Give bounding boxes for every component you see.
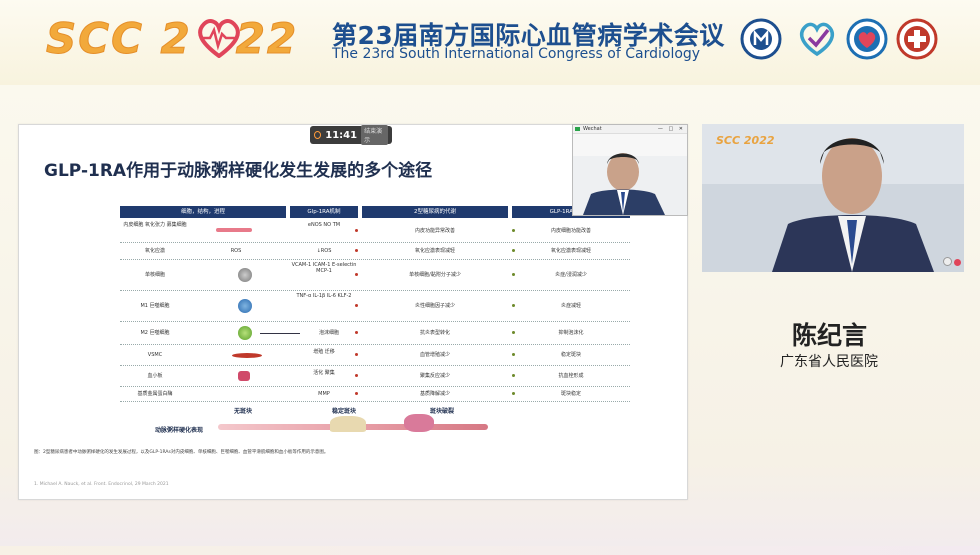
presentation-timer[interactable]: 11:41 结束演示	[310, 125, 392, 145]
conference-subtitle: The 23rd South International Congress of…	[332, 46, 701, 62]
row-cell-label: 血小板	[147, 373, 163, 379]
slide-reference: 1. Michael A. Nauck, et al. Front. Endoc…	[34, 482, 169, 487]
row-metabolism: 内皮功能异常改善	[414, 228, 455, 234]
marker-red-icon	[355, 392, 358, 395]
row-metabolism: 氧化应激表现减轻	[414, 248, 455, 254]
table-row: 内皮细胞 氧化张力 募集细胞 eNOS NO TM 内皮功能异常改善 内皮细胞功…	[120, 220, 630, 243]
row-mechanism: TNF-α IL-1β IL-6 KLF-2	[296, 293, 352, 299]
row-metabolism: 单核细胞/黏附分子减少	[409, 272, 461, 278]
row-effect: 抗血栓形成	[558, 373, 584, 379]
row-metabolism: 基质降解减少	[419, 391, 450, 397]
end-presentation-button[interactable]: 结束演示	[361, 125, 388, 145]
stable-plaque-icon	[330, 416, 366, 432]
row-mechanism: eNOS NO TM	[307, 222, 341, 228]
table-row: M2 巨噬细胞 泡沫细胞 抗炎表型转化 抑制泡沫化	[120, 322, 630, 345]
presenter-video-window[interactable]: Wechat — □ ✕	[572, 124, 688, 216]
app-icon	[575, 127, 580, 131]
marker-red-icon	[355, 304, 358, 307]
row-cell-label: 氧化应激	[144, 248, 165, 254]
row-cell-label: 内皮细胞 氧化张力 募集细胞	[123, 222, 187, 228]
ros-label: ROS	[230, 248, 242, 254]
arrow-icon	[260, 333, 300, 334]
table-row: 基质金属蛋白酶 MMP 基质降解减少 斑块稳定	[120, 387, 630, 402]
row-metabolism: 聚集反应减少	[419, 373, 450, 379]
video-window-title: Wechat	[583, 126, 602, 132]
platelet-icon	[238, 371, 250, 381]
m1-macrophage-icon	[238, 299, 252, 313]
table-header-metabolism: 2型糖尿病的代谢	[362, 206, 508, 218]
row-cell-label: M1 巨噬细胞	[140, 303, 170, 309]
row-mechanism: 泡沫细胞	[318, 330, 339, 336]
row-effect: 稳定斑块	[560, 352, 581, 358]
row-mechanism: 活化 聚集	[313, 370, 335, 376]
row-mechanism: VCAM-1 ICAM-1 E-selectin MCP-1	[291, 262, 357, 274]
record-icon[interactable]	[954, 259, 961, 266]
scc-logo: SCC 2 22	[46, 14, 299, 64]
row-metabolism: 炎性细胞因子减少	[414, 303, 455, 309]
stage-label: 无斑块	[234, 408, 253, 415]
heart-check-icon	[800, 22, 834, 57]
endothelium-icon	[216, 228, 252, 232]
marker-red-icon	[355, 273, 358, 276]
logo-text-left: SCC 2	[46, 14, 192, 64]
camera-icon[interactable]	[943, 257, 952, 266]
heart-shield-icon	[846, 18, 888, 60]
row-effect: 炎症/浸润减少	[555, 272, 587, 278]
row-effect: 抑制泡沫化	[558, 330, 584, 336]
cross-seal-icon	[896, 18, 938, 60]
monocyte-icon	[238, 268, 252, 282]
row-effect: 斑块稳定	[560, 391, 581, 397]
slide-title: GLP-1RA作用于动脉粥样硬化发生发展的多个途径	[44, 161, 433, 181]
row-effect: 内皮细胞功能改善	[550, 228, 591, 234]
table-row: VSMC 增殖 迁移 血管增殖减少 稳定斑块	[120, 345, 630, 366]
row-mechanism: ↓ROS	[316, 248, 332, 254]
conference-banner: SCC 2 22 第23届南方国际心血管病学术会议 The 23rd South …	[0, 0, 980, 85]
table-row: 血小板 活化 聚集 聚集反应减少 抗血栓形成	[120, 366, 630, 387]
marker-red-icon	[355, 249, 358, 252]
marker-red-icon	[355, 229, 358, 232]
marker-red-icon	[355, 353, 358, 356]
row-cell-label: VSMC	[147, 352, 163, 358]
slide-caption: 图：2型糖尿病患者中动脉粥样硬化的发生发展过程，以及GLP-1RAs对内皮细胞、…	[34, 450, 329, 455]
stage-label: 稳定斑块	[332, 408, 357, 415]
presenter-video-feed	[573, 134, 687, 215]
row-cell-label: 基质金属蛋白酶	[137, 391, 173, 397]
marker-red-icon	[355, 374, 358, 377]
table-row: 氧化应激 ROS ↓ROS 氧化应激表现减轻 氧化应激表现减轻	[120, 243, 630, 260]
marker-red-icon	[355, 331, 358, 334]
row-metabolism: 抗炎表型转化	[419, 330, 450, 336]
row-mechanism: MMP	[318, 391, 330, 397]
bottom-strip	[0, 546, 980, 555]
row-cell-label: M2 巨噬细胞	[140, 330, 170, 336]
m2-macrophage-icon	[238, 326, 252, 340]
speaker-affiliation: 广东省人民医院	[780, 354, 878, 370]
vsmc-icon	[232, 353, 262, 358]
window-controls[interactable]: — □ ✕	[658, 125, 685, 133]
logo-text-right: 22	[235, 14, 299, 64]
table-header-cell: 细胞，结构，进程	[120, 206, 286, 218]
video-window-titlebar[interactable]: Wechat — □ ✕	[573, 125, 687, 134]
heart-logo-icon	[198, 19, 240, 58]
row-effect: 炎症减轻	[560, 303, 581, 309]
row-effect: 氧化应激表现减轻	[550, 248, 591, 254]
speaker-video-panel: SCC 2022	[702, 124, 964, 272]
row-cell-label: 单核细胞	[144, 272, 165, 278]
panel-scc-logo: SCC 2022	[716, 134, 775, 147]
speaker-name: 陈纪言	[792, 321, 868, 350]
row-metabolism: 血管增殖减少	[419, 352, 450, 358]
timer-icon	[314, 131, 322, 139]
stage-label: 斑块破裂	[430, 408, 455, 415]
table-row: 单核细胞 VCAM-1 ICAM-1 E-selectin MCP-1 单核细胞…	[120, 260, 630, 291]
ruptured-plaque-icon	[404, 414, 434, 432]
row-mechanism: 增殖 迁移	[313, 349, 335, 355]
table-header-mechanism: Glp-1RA机制	[290, 206, 358, 218]
hospital-seal-icon	[740, 18, 782, 60]
progression-label: 动脉粥样硬化表现	[155, 427, 204, 434]
timer-text: 11:41	[325, 129, 358, 141]
table-row: M1 巨噬细胞 TNF-α IL-1β IL-6 KLF-2 炎性细胞因子减少 …	[120, 291, 630, 322]
